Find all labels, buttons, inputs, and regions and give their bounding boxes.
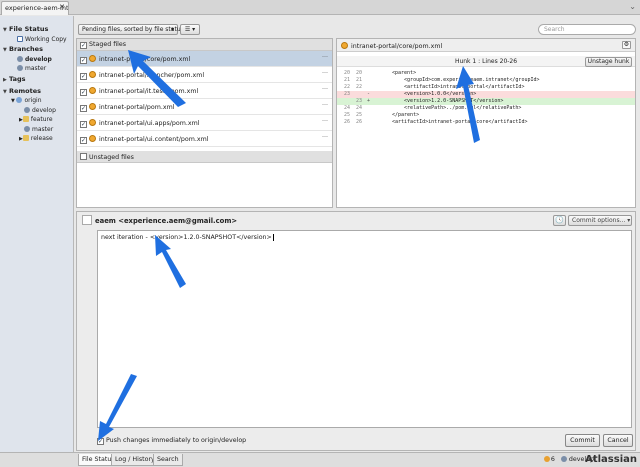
folder-icon xyxy=(22,135,29,141)
sidebar-item-remote-develop[interactable]: develop xyxy=(24,107,56,114)
sidebar-section-file-status[interactable]: ▼ File Status xyxy=(3,25,48,33)
file-checkbox[interactable]: ✓ xyxy=(80,137,87,144)
bottom-bar: File Status Log / History Search 6 devel… xyxy=(0,452,640,467)
branch-icon xyxy=(24,107,30,113)
file-checkbox[interactable]: ✓ xyxy=(80,73,87,80)
diff-line: 26 26 <artifactId>intranet-portal.core</ar… xyxy=(343,119,528,125)
more-options-icon[interactable]: ··· xyxy=(322,134,328,141)
sidebar-item-working-copy[interactable]: Working Copy xyxy=(17,36,67,43)
text-caret xyxy=(272,234,274,241)
branch-icon xyxy=(24,126,30,132)
more-options-icon[interactable]: ··· xyxy=(322,54,328,61)
view-options-button[interactable]: ☰ ▾ xyxy=(180,24,200,35)
atlassian-logo: Atlassian xyxy=(585,454,637,465)
staged-file-row[interactable]: ✓ intranet-portal/pom.xml ··· xyxy=(77,99,332,115)
file-checkbox[interactable]: ✓ xyxy=(80,89,87,96)
folder-icon xyxy=(22,116,29,122)
commit-message-text: next iteration - <version>1.2.0-SNAPSHOT… xyxy=(101,234,272,241)
staged-files-header[interactable]: ✓ Staged files xyxy=(77,39,332,51)
search-input[interactable]: Search xyxy=(538,24,636,35)
file-checkbox[interactable]: ✓ xyxy=(80,57,87,64)
avatar xyxy=(82,215,92,225)
staged-file-row[interactable]: ✓ intranet-portal/ui.apps/pom.xml ··· xyxy=(77,115,332,131)
diff-panel: intranet-portal/core/pom.xml ⚙ Hunk 1 : … xyxy=(336,38,636,208)
sidebar-item-remote-release[interactable]: ▶ release xyxy=(19,135,53,142)
more-options-icon[interactable]: ··· xyxy=(322,70,328,77)
commit-button[interactable]: Commit xyxy=(565,434,600,447)
unstaged-files-list xyxy=(77,163,332,207)
tab-log-history[interactable]: Log / History xyxy=(111,454,159,466)
unstage-hunk-button[interactable]: Unstage hunk xyxy=(585,57,632,67)
more-options-icon[interactable]: ··· xyxy=(322,102,328,109)
diff-file-header: intranet-portal/core/pom.xml ⚙ xyxy=(337,39,635,52)
commit-message-field[interactable]: next iteration - <version>1.2.0-SNAPSHOT… xyxy=(97,230,632,428)
cancel-button[interactable]: Cancel xyxy=(603,434,633,447)
tab-search[interactable]: Search xyxy=(153,454,183,466)
staged-file-row[interactable]: ✓ intranet-portal/core/pom.xml ··· xyxy=(77,51,332,67)
checkbox[interactable]: ✓ xyxy=(97,438,104,445)
window-tab-bar: experience-aem-intranet ✕ ⌄ xyxy=(0,0,640,15)
remote-icon xyxy=(16,97,23,103)
history-icon[interactable]: 🕓 xyxy=(553,215,566,226)
push-immediately-checkbox[interactable]: ✓ Push changes immediately to origin/deve… xyxy=(97,437,246,445)
sidebar-item-origin[interactable]: ▼ origin xyxy=(11,97,42,104)
branch-icon xyxy=(17,65,23,71)
diff-line: 21 21 <groupId>com.experienceaem.intranet… xyxy=(343,77,540,83)
diff-line: 25 25 </parent> xyxy=(343,112,420,118)
gear-icon[interactable]: ⚙ xyxy=(622,41,631,49)
diff-line-deleted: 23- <version>1.0.0</version> xyxy=(337,91,635,98)
sidebar-item-master[interactable]: master xyxy=(17,65,46,72)
diff-line: 24 24 <relativePath>../pom.xml</relativeP… xyxy=(343,105,522,111)
modified-status-icon xyxy=(89,87,96,94)
unstaged-files-header[interactable]: Unstaged files xyxy=(77,151,332,163)
modified-status-icon xyxy=(89,135,96,142)
more-options-icon[interactable]: ··· xyxy=(322,118,328,125)
sidebar-item-develop[interactable]: develop xyxy=(17,56,52,63)
modified-status-icon xyxy=(89,55,96,62)
diff-line-added: 23 + <version>1.2.0-SNAPSHOT</version> xyxy=(337,98,635,105)
diff-line: 22 22 <artifactId>intranet-portal</artifa… xyxy=(343,84,525,90)
file-list-panel: ✓ Staged files ✓ intranet-portal/core/pom.… xyxy=(76,38,333,208)
tab-list-chevron-icon[interactable]: ⌄ xyxy=(629,2,636,11)
sidebar-item-remote-master[interactable]: master xyxy=(24,126,53,133)
modified-status-icon xyxy=(89,103,96,110)
file-checkbox[interactable]: ✓ xyxy=(80,121,87,128)
sidebar-section-branches[interactable]: ▼ Branches xyxy=(3,45,43,53)
modified-status-icon xyxy=(89,119,96,126)
chevron-down-icon: ▾ xyxy=(170,26,174,33)
file-checkbox[interactable]: ✓ xyxy=(80,105,87,112)
repo-tab[interactable]: experience-aem-intranet ✕ xyxy=(1,1,69,15)
sidebar: ▼ File Status Working Copy ▼ Branches deve… xyxy=(0,16,74,452)
commit-author: eaem <experience.aem@gmail.com> xyxy=(95,217,238,225)
sort-select[interactable]: Pending files, sorted by file status ▾ xyxy=(78,24,184,35)
pending-changes-icon xyxy=(543,456,550,462)
branch-icon xyxy=(560,456,567,462)
diff-line: 20 20 <parent> xyxy=(343,70,417,76)
more-options-icon[interactable]: ··· xyxy=(322,86,328,93)
modified-status-icon xyxy=(89,71,96,78)
staged-file-row[interactable]: ✓ intranet-portal/ui.content/pom.xml ··· xyxy=(77,131,332,147)
modified-status-icon xyxy=(341,42,348,49)
working-copy-icon xyxy=(17,36,23,42)
commit-panel: eaem <experience.aem@gmail.com> 🕓 Commit… xyxy=(76,211,636,451)
staged-file-row[interactable]: ✓ intranet-portal/launcher/pom.xml ··· xyxy=(77,67,332,83)
sort-select-label: Pending files, sorted by file status xyxy=(82,26,184,33)
sidebar-item-remote-feature[interactable]: ▶ feature xyxy=(19,116,53,123)
branch-icon xyxy=(17,56,23,62)
staged-file-row[interactable]: ✓ intranet-portal/it.tests/pom.xml ··· xyxy=(77,83,332,99)
unstaged-all-checkbox[interactable] xyxy=(80,153,87,160)
sidebar-section-tags[interactable]: ▶ Tags xyxy=(3,75,26,83)
commit-options-button[interactable]: Commit options... ▾ xyxy=(568,215,632,226)
close-icon[interactable]: ✕ xyxy=(59,3,65,11)
pending-count: 6 xyxy=(550,456,555,463)
staged-all-checkbox[interactable]: ✓ xyxy=(80,42,87,49)
sidebar-section-remotes[interactable]: ▼ Remotes xyxy=(3,87,41,95)
